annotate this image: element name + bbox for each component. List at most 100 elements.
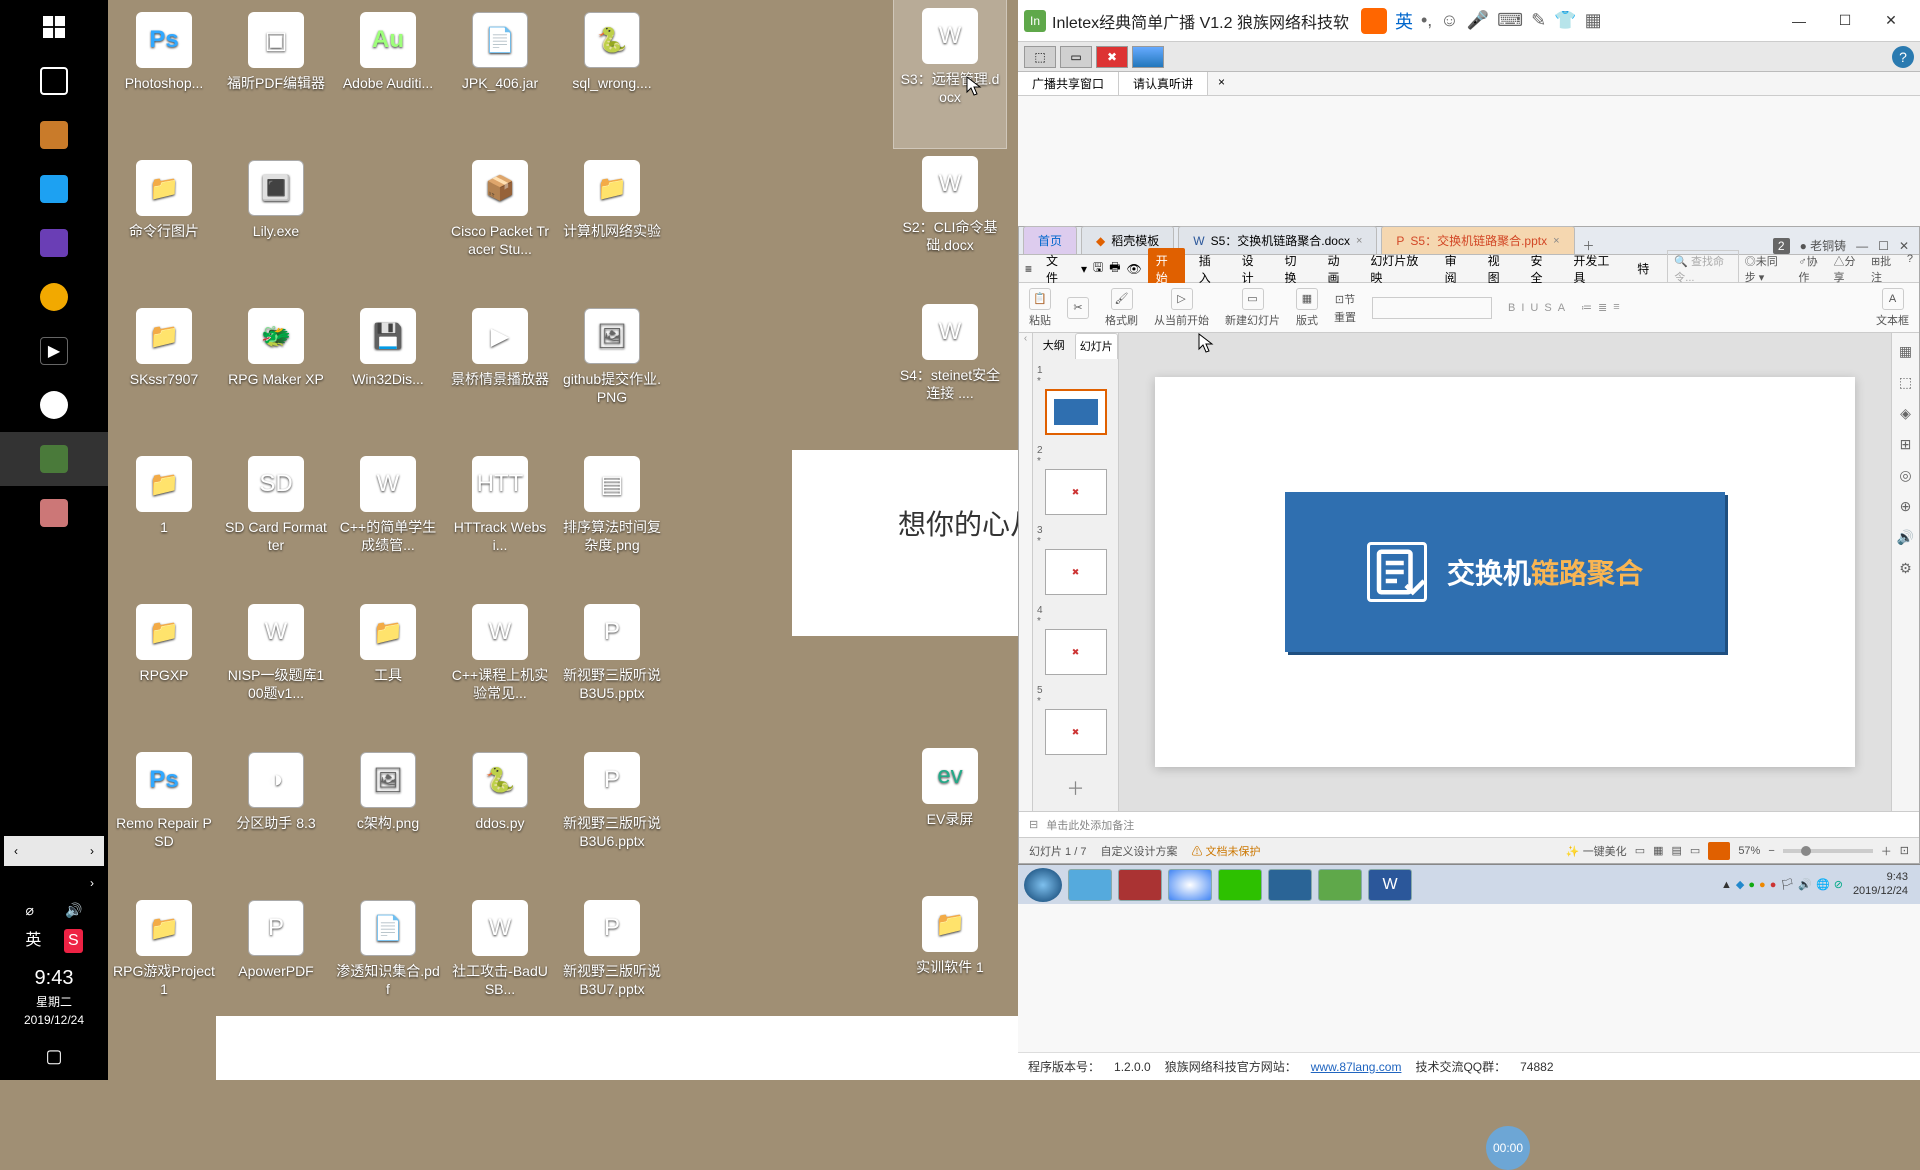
taskbar-app-6[interactable]: ⚙ xyxy=(0,378,108,432)
desktop-icon[interactable]: 📁RPG游戏Project1 xyxy=(108,892,220,1040)
comment-button[interactable]: ⊞批注 xyxy=(1871,253,1897,285)
taskbar-app-5[interactable]: ▶ xyxy=(0,324,108,378)
remote-app-5[interactable] xyxy=(1268,869,1312,901)
desktop-icon[interactable]: evEV录屏 xyxy=(894,740,1006,888)
format-painter[interactable]: 🖌格式刷 xyxy=(1105,288,1138,328)
slide-thumbnail[interactable]: 2*✖ xyxy=(1037,445,1114,515)
view-notes-icon[interactable]: ▭ xyxy=(1690,844,1700,857)
format-buttons[interactable]: B I U S A xyxy=(1508,302,1565,314)
desktop-icon[interactable]: WS2：CLI命令基础.docx xyxy=(894,148,1006,296)
desktop-icon[interactable]: 🖼c架构.png xyxy=(332,744,444,892)
layout-button[interactable]: ▦版式 xyxy=(1296,288,1318,328)
bullets-icon[interactable]: ≔ xyxy=(1581,301,1592,314)
desktop-icon[interactable]: P新视野三版听说B3U5.pptx xyxy=(556,596,668,744)
remote-app-wps[interactable]: W xyxy=(1368,869,1412,901)
tray-icon[interactable]: ⊘ xyxy=(1834,878,1843,891)
ime-emoji-icon[interactable]: ☺ xyxy=(1440,10,1458,31)
remote-app-explorer[interactable] xyxy=(1068,869,1112,901)
remote-app-wechat[interactable] xyxy=(1218,869,1262,901)
tray-icon[interactable]: ▲ xyxy=(1721,879,1732,891)
tray-icon[interactable]: ● xyxy=(1748,879,1755,891)
taskbar-app-4[interactable] xyxy=(0,270,108,324)
command-search[interactable]: 🔍 查找命令... xyxy=(1667,250,1738,288)
desktop-icon[interactable]: 📄JPK_406.jar xyxy=(444,4,556,152)
desktop-icon[interactable]: 📁RPGXP xyxy=(108,596,220,744)
side-icon-1[interactable]: ▦ xyxy=(1899,343,1912,360)
toolbar-btn-4[interactable] xyxy=(1132,46,1164,68)
ime-toolbox-icon[interactable]: ▦ xyxy=(1585,10,1602,31)
ime-switch[interactable]: S xyxy=(64,929,83,953)
desktop-icon[interactable]: ▤排序算法时间复杂度.png xyxy=(556,448,668,596)
nav-right-icon[interactable]: › xyxy=(90,842,94,860)
desktop-icon[interactable]: WC++的简单学生成绩管... xyxy=(332,448,444,596)
view-normal-icon[interactable]: ▭ xyxy=(1635,844,1645,857)
desktop-icon[interactable]: ▶景桥情景播放器 xyxy=(444,300,556,448)
outline-tab[interactable]: 大纲 xyxy=(1033,333,1075,359)
taskbar-app-2[interactable] xyxy=(0,162,108,216)
side-icon-8[interactable]: ⚙ xyxy=(1899,560,1912,577)
expand-arrow[interactable]: › xyxy=(4,870,104,896)
side-icon-5[interactable]: ◎ xyxy=(1899,467,1911,484)
remote-start-button[interactable] xyxy=(1024,868,1062,902)
slide-thumbnail[interactable]: 4*✖ xyxy=(1037,605,1114,675)
side-icon-4[interactable]: ⊞ xyxy=(1900,436,1912,453)
view-sorter-icon[interactable]: ▦ xyxy=(1653,844,1663,857)
desktop-icon[interactable]: 🐍sql_wrong.... xyxy=(556,4,668,152)
remote-app-2[interactable] xyxy=(1118,869,1162,901)
hamburger-icon[interactable]: ≡ xyxy=(1025,262,1032,276)
desktop-icon[interactable]: 📁实训软件 1 xyxy=(894,888,1006,1036)
new-slide[interactable]: ▭新建幻灯片 xyxy=(1225,288,1280,328)
desktop-icon[interactable]: WS4：steinet安全连接 .... xyxy=(894,296,1006,444)
close-icon[interactable]: × xyxy=(1356,235,1362,247)
share-button[interactable]: △分享 xyxy=(1834,253,1861,285)
slide-canvas[interactable]: 交换机链路聚合 xyxy=(1119,333,1891,811)
tray-icon[interactable]: ◆ xyxy=(1736,878,1744,891)
numbered-icon[interactable]: ≣ xyxy=(1598,301,1607,314)
desktop-icon[interactable]: PsRemo Repair PSD xyxy=(108,744,220,892)
tray-icon[interactable]: 🌐 xyxy=(1816,878,1830,891)
taskbar-app-3[interactable] xyxy=(0,216,108,270)
desktop-icon[interactable]: HTTHTTrack Websi... xyxy=(444,448,556,596)
tray-icon[interactable]: 🏳 xyxy=(1780,878,1794,891)
ime-toolbar[interactable]: 英 •, ☺ 🎤 ⌨ ✎ 👕 ▦ xyxy=(1361,8,1602,34)
ime-punct-icon[interactable]: •, xyxy=(1421,10,1432,31)
slideshow-play-button[interactable] xyxy=(1708,842,1730,860)
desktop-icon[interactable]: WNISP一级题库100题v1... xyxy=(220,596,332,744)
zoom-in[interactable]: ＋ xyxy=(1881,843,1892,859)
cut-button[interactable]: ✂ xyxy=(1067,297,1089,319)
wps-max-icon[interactable]: ☐ xyxy=(1878,239,1889,253)
remote-clock[interactable]: 9:43 2019/12/24 xyxy=(1847,871,1914,897)
ime-keyboard-icon[interactable]: ⌨ xyxy=(1497,10,1523,31)
nav-left-icon[interactable]: ‹ xyxy=(14,842,18,860)
start-button[interactable] xyxy=(0,0,108,54)
ime-skin-icon[interactable]: ✎ xyxy=(1531,10,1546,31)
tray-icon[interactable]: ● xyxy=(1770,879,1777,891)
slide-thumbnail[interactable]: 1* xyxy=(1037,365,1114,435)
tab-listen[interactable]: 请认真听讲 xyxy=(1119,72,1208,95)
preview-icon[interactable]: 👁 xyxy=(1127,262,1142,276)
notes-area[interactable]: ⊟单击此处添加备注 xyxy=(1019,811,1919,837)
paragraph-buttons[interactable]: ≔ ≣ ≡ xyxy=(1581,301,1620,314)
wifi-icon[interactable]: ⌀ xyxy=(26,900,34,921)
textbox-button[interactable]: A文本框 xyxy=(1876,288,1909,328)
desktop-icon[interactable]: 📁1 xyxy=(108,448,220,596)
timer-bubble[interactable]: 00:00 xyxy=(1486,1126,1530,1170)
nav-arrows[interactable]: ‹ › xyxy=(4,836,104,866)
font-color-icon[interactable]: A xyxy=(1558,302,1565,314)
volume-icon[interactable]: 🔊 xyxy=(65,900,82,921)
desktop-icon[interactable]: SDSD Card Formatter xyxy=(220,448,332,596)
desktop-icon[interactable]: AuAdobe Auditi... xyxy=(332,4,444,152)
italic-icon[interactable]: I xyxy=(1521,302,1524,314)
ime-lang-2[interactable]: 英 xyxy=(1395,8,1413,34)
menu-help-icon[interactable]: ? xyxy=(1907,253,1913,285)
slides-tab[interactable]: 幻灯片 xyxy=(1075,333,1119,359)
side-icon-7[interactable]: 🔊 xyxy=(1897,529,1914,546)
side-icon-6[interactable]: ⊕ xyxy=(1900,498,1912,515)
remote-app-chrome[interactable] xyxy=(1168,869,1212,901)
wps-min-icon[interactable]: — xyxy=(1856,239,1868,253)
ime-lang[interactable]: 英 xyxy=(25,929,41,953)
toolbar-btn-stop[interactable]: ✖ xyxy=(1096,46,1128,68)
desktop-icon[interactable]: ▣福昕PDF编辑器 xyxy=(220,4,332,152)
paste-button[interactable]: 📋粘贴 xyxy=(1029,288,1051,328)
menu-more[interactable]: 特 xyxy=(1629,256,1657,281)
